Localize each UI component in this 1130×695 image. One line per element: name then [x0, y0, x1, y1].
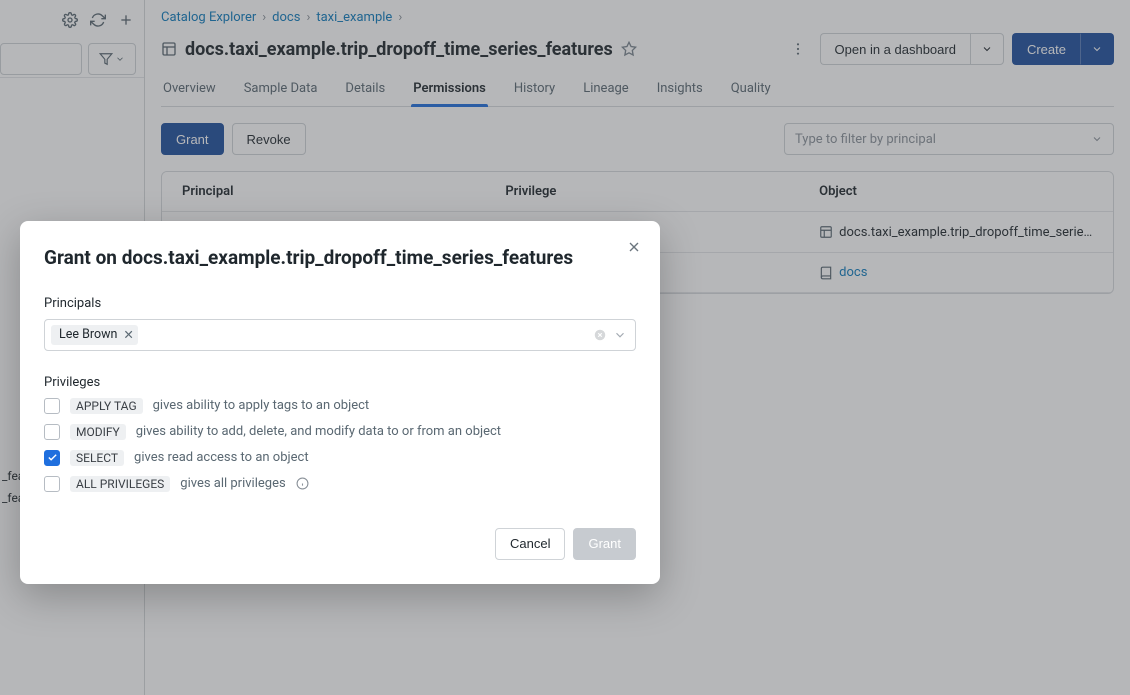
privileges-list: APPLY TAG gives ability to apply tags to … — [44, 398, 636, 492]
privilege-code: SELECT — [70, 450, 124, 466]
privilege-checkbox[interactable] — [44, 424, 60, 440]
privilege-description: gives ability to add, delete, and modify… — [136, 424, 501, 439]
cancel-button[interactable]: Cancel — [495, 528, 565, 560]
privilege-description: gives all privileges — [180, 476, 285, 491]
privilege-checkbox[interactable] — [44, 450, 60, 466]
grant-modal: Grant on docs.taxi_example.trip_dropoff_… — [20, 221, 660, 584]
clear-icon[interactable] — [593, 328, 607, 342]
grant-submit-button[interactable]: Grant — [573, 528, 636, 560]
privilege-checkbox[interactable] — [44, 398, 60, 414]
modal-title: Grant on docs.taxi_example.trip_dropoff_… — [44, 245, 604, 272]
privileges-label: Privileges — [44, 375, 636, 390]
privilege-row: APPLY TAG gives ability to apply tags to … — [44, 398, 636, 414]
privilege-description: gives ability to apply tags to an object — [153, 398, 370, 413]
close-icon[interactable] — [626, 239, 642, 255]
privilege-code: MODIFY — [70, 424, 126, 440]
chevron-down-icon[interactable] — [613, 328, 627, 342]
info-icon[interactable] — [296, 477, 309, 490]
privilege-row: MODIFY gives ability to add, delete, and … — [44, 424, 636, 440]
privilege-description: gives read access to an object — [134, 450, 309, 465]
principals-select[interactable]: Lee Brown✕ — [44, 319, 636, 351]
principals-label: Principals — [44, 296, 636, 311]
privilege-code: ALL PRIVILEGES — [70, 476, 170, 492]
remove-tag-icon[interactable]: ✕ — [123, 327, 133, 343]
principal-tag: Lee Brown✕ — [51, 325, 138, 345]
privilege-code: APPLY TAG — [70, 398, 143, 414]
privilege-row: SELECT gives read access to an object — [44, 450, 636, 466]
privilege-checkbox[interactable] — [44, 476, 60, 492]
privilege-row: ALL PRIVILEGES gives all privileges — [44, 476, 636, 492]
